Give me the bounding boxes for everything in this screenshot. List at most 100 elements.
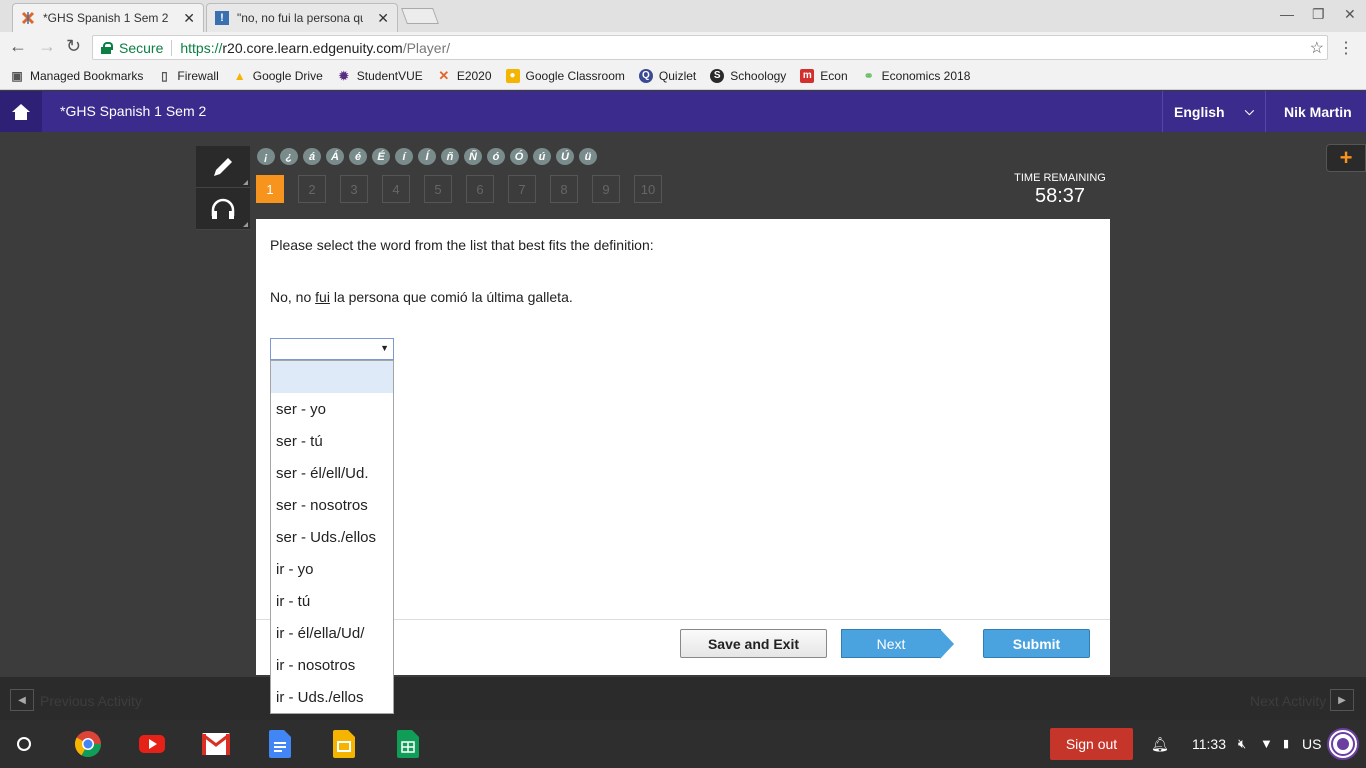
question-navigator: 1 2 3 4 5 6 7 8 9 10 — [256, 175, 676, 203]
google-docs-icon[interactable] — [266, 730, 294, 758]
next-activity-button[interactable]: ▶ — [1330, 689, 1354, 711]
clock[interactable]: 11:33 — [1192, 736, 1226, 752]
battery-icon[interactable]: ▮ — [1283, 737, 1289, 750]
bookmark-drive[interactable]: ▲ Google Drive — [233, 69, 323, 83]
question-number-button[interactable]: 2 — [298, 175, 326, 203]
accent-button[interactable]: Ú — [556, 148, 574, 165]
accent-button[interactable]: Ó — [510, 148, 528, 165]
accent-button[interactable]: ü — [579, 148, 597, 165]
close-tab-icon[interactable]: ✕ — [183, 10, 195, 27]
bookmark-label: StudentVUE — [356, 68, 423, 83]
accent-button[interactable]: ¡ — [257, 148, 275, 165]
new-tab-button[interactable] — [401, 8, 439, 24]
answer-select[interactable]: ▼ — [270, 338, 394, 360]
close-tab-icon[interactable]: ✕ — [377, 10, 389, 27]
youtube-icon[interactable] — [138, 730, 166, 758]
previous-activity-button[interactable]: ◀ — [10, 689, 34, 711]
tab-title: *GHS Spanish 1 Sem 2 - — [43, 11, 169, 25]
address-bar[interactable]: Secure https://r20.core.learn.edgenuity.… — [92, 35, 1328, 60]
sign-out-button[interactable]: Sign out — [1050, 728, 1133, 760]
language-select[interactable]: English ⌵ — [1162, 91, 1264, 132]
gmail-icon[interactable] — [202, 730, 230, 758]
quizlet-icon: Q — [638, 68, 653, 83]
question-number-button[interactable]: 8 — [550, 175, 578, 203]
accent-button[interactable]: á — [303, 148, 321, 165]
restore-icon[interactable]: ❐ — [1312, 6, 1325, 23]
bookmark-studentvue[interactable]: ✹ StudentVUE — [337, 69, 423, 83]
question-number-button[interactable]: 6 — [466, 175, 494, 203]
bookmark-schoology[interactable]: S Schoology — [710, 68, 786, 83]
option-item[interactable]: ir - yo — [271, 553, 393, 585]
bookmark-label: Econ — [820, 68, 848, 83]
close-window-icon[interactable]: ✕ — [1344, 6, 1356, 23]
option-item[interactable]: ser - él/ell/Ud. — [271, 457, 393, 489]
option-item[interactable]: ser - Uds./ellos — [271, 521, 393, 553]
option-item[interactable]: ser - nosotros — [271, 489, 393, 521]
home-button[interactable] — [0, 91, 42, 132]
option-item[interactable]: ir - nosotros — [271, 649, 393, 681]
accent-button[interactable]: í — [395, 148, 413, 165]
bookmark-star-icon[interactable]: ☆ — [1310, 38, 1324, 58]
reload-icon[interactable]: ↻ — [66, 36, 81, 57]
caret-right-icon: ▶ — [1338, 694, 1346, 706]
option-item[interactable]: ser - yo — [271, 393, 393, 425]
tab-ghs-spanish[interactable]: *GHS Spanish 1 Sem 2 - ✕ — [12, 3, 204, 32]
option-item[interactable]: ir - Uds./ellos — [271, 681, 393, 713]
user-avatar[interactable] — [1327, 728, 1359, 760]
os-shelf: Sign out 🔔︎ 11:33 🔇︎ ▼ ▮ US — [0, 720, 1366, 768]
user-menu[interactable]: Nik Martin — [1265, 91, 1366, 132]
accent-button[interactable]: Í — [418, 148, 436, 165]
wifi-icon[interactable]: ▼ — [1260, 736, 1273, 751]
back-icon[interactable]: ← — [9, 36, 27, 57]
accent-button[interactable]: Á — [326, 148, 344, 165]
question-number-button[interactable]: 7 — [508, 175, 536, 203]
google-sheets-icon[interactable] — [394, 730, 422, 758]
pencil-tool-button[interactable] — [196, 146, 250, 188]
question-number-button[interactable]: 3 — [340, 175, 368, 203]
option-item[interactable]: ser - tú — [271, 425, 393, 457]
locale-label[interactable]: US — [1302, 736, 1321, 752]
chrome-icon[interactable] — [74, 730, 102, 758]
minimize-icon[interactable]: — — [1280, 6, 1294, 22]
launcher-icon[interactable] — [17, 737, 31, 751]
menu-icon[interactable]: ⋮ — [1338, 38, 1354, 58]
question-number-button[interactable]: 4 — [382, 175, 410, 203]
headphones-icon — [211, 198, 235, 219]
accent-button[interactable]: ñ — [441, 148, 459, 165]
bookmark-e2020[interactable]: ✕ E2020 — [437, 68, 491, 83]
accent-button[interactable]: ¿ — [280, 148, 298, 165]
accent-button[interactable]: é — [349, 148, 367, 165]
bookmark-firewall[interactable]: ▯ Firewall — [157, 69, 219, 83]
option-item[interactable] — [271, 361, 393, 393]
question-number-button[interactable]: 10 — [634, 175, 662, 203]
bookmark-quizlet[interactable]: Q Quizlet — [638, 68, 696, 83]
accent-button[interactable]: ó — [487, 148, 505, 165]
submit-button[interactable]: Submit — [983, 629, 1090, 658]
expand-button[interactable]: + — [1326, 144, 1366, 172]
sentence-before: No, no — [270, 289, 316, 305]
google-slides-icon[interactable] — [330, 730, 358, 758]
question-number-button[interactable]: 5 — [424, 175, 452, 203]
audio-tool-button[interactable] — [196, 188, 250, 230]
bookmark-classroom[interactable]: ● Google Classroom — [505, 68, 625, 83]
save-and-exit-button[interactable]: Save and Exit — [680, 629, 827, 658]
next-button[interactable]: Next — [841, 629, 941, 658]
bookmark-managed[interactable]: ▣ Managed Bookmarks — [10, 69, 143, 83]
accent-button[interactable]: É — [372, 148, 390, 165]
tab-search[interactable]: ! "no, no fui la persona qu ✕ — [206, 3, 398, 32]
option-item[interactable]: ir - él/ella/Ud/ — [271, 617, 393, 649]
user-name: Nik Martin — [1284, 103, 1352, 120]
option-item[interactable]: ir - tú — [271, 585, 393, 617]
forward-icon[interactable]: → — [38, 36, 56, 57]
notification-bell-icon[interactable]: 🔔︎ — [1151, 736, 1169, 753]
mute-icon[interactable]: 🔇︎ — [1238, 736, 1246, 752]
question-number-button[interactable]: 9 — [592, 175, 620, 203]
accent-button[interactable]: Ñ — [464, 148, 482, 165]
bookmark-economics-2018[interactable]: ⚭ Economics 2018 — [862, 69, 971, 83]
question-number-button[interactable]: 1 — [256, 175, 284, 203]
classroom-icon: ● — [505, 68, 520, 83]
accent-button[interactable]: ú — [533, 148, 551, 165]
pencil-icon — [214, 157, 232, 176]
bookmark-econ[interactable]: m Econ — [800, 68, 848, 83]
question-sentence: No, no fui la persona que comió la últim… — [270, 289, 573, 305]
